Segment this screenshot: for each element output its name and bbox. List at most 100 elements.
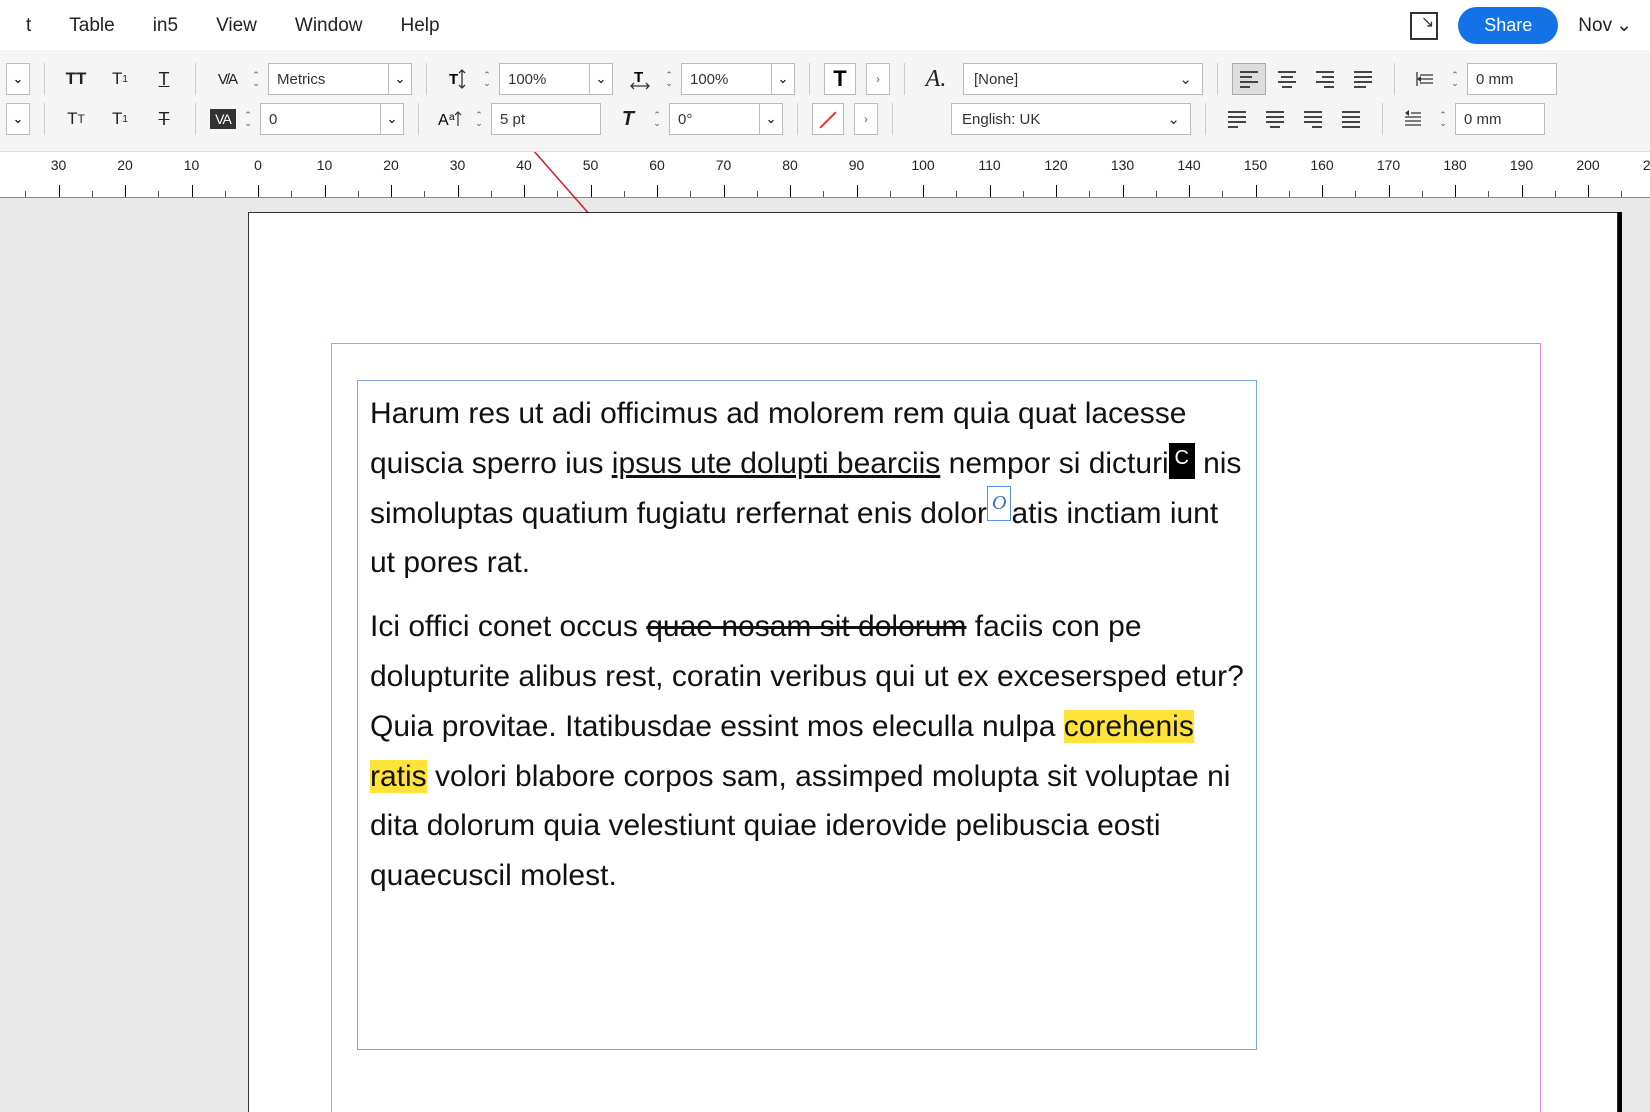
skew-field[interactable]: 0° (669, 103, 759, 135)
align-left-button[interactable] (1232, 63, 1266, 95)
justify-center-button[interactable] (1258, 103, 1292, 135)
hscale-stepper[interactable]: ⌃⌄ (661, 63, 677, 95)
menu-item-help[interactable]: Help (382, 7, 457, 45)
screen-mode-icon[interactable] (1410, 12, 1438, 40)
indent-firstline-icon (1397, 103, 1431, 135)
share-button[interactable]: Share (1458, 7, 1558, 44)
ruler-tick-label: 0 (254, 157, 262, 173)
text-stroke-swatch[interactable] (812, 103, 844, 135)
tracking-group: VA ⌃⌄ 0 ⌄ (210, 103, 404, 135)
paragraph-2: Ici offici conet occus quae nosam sit do… (370, 602, 1244, 901)
ruler-tick-label: 150 (1244, 157, 1267, 173)
indent-firstline-stepper[interactable]: ⌃⌄ (1435, 103, 1451, 135)
menu-item-table[interactable]: Table (51, 7, 132, 45)
vscale-stepper[interactable]: ⌃⌄ (479, 63, 495, 95)
ruler-tick-label: 80 (782, 157, 798, 173)
all-caps-icon[interactable]: TT (59, 63, 93, 95)
ruler-tick-label: 190 (1510, 157, 1533, 173)
divider (44, 63, 45, 95)
menu-item-in5[interactable]: in5 (135, 7, 196, 45)
menu-item-view[interactable]: View (198, 7, 275, 45)
indent-firstline-field[interactable]: 0 mm (1455, 103, 1545, 135)
underline-icon[interactable]: T (147, 63, 181, 95)
kerning-stepper[interactable]: ⌃⌄ (248, 63, 264, 95)
chevron-down-icon: ⌄ (1179, 70, 1192, 88)
fill-expand[interactable]: › (866, 63, 890, 95)
toolbar-row-2: ⌄ TT T1 T VA ⌃⌄ 0 ⌄ Aa ⌃⌄ 5 pt T ⌃⌄ 0° (0, 103, 1650, 135)
divider (1382, 103, 1383, 135)
justify-full-button[interactable] (1334, 103, 1368, 135)
align-justify-button[interactable] (1346, 63, 1380, 95)
justify-right-button[interactable] (1296, 103, 1330, 135)
ruler-tick-label: 100 (911, 157, 934, 173)
ruler-tick-label: 20 (383, 157, 399, 173)
baseline-field[interactable]: 5 pt (491, 103, 601, 135)
language-value: English: UK (962, 111, 1040, 128)
font-family-dropdown-arrow[interactable]: ⌄ (6, 63, 30, 95)
ruler-tick-label: 30 (450, 157, 466, 173)
indent-left-field[interactable]: 0 mm (1467, 63, 1557, 95)
divider (797, 103, 798, 135)
ruler-tick-label: 10 (317, 157, 333, 173)
kerning-icon: V/A (210, 63, 244, 95)
indent-left-stepper[interactable]: ⌃⌄ (1447, 63, 1463, 95)
document-page[interactable]: Harum res ut adi officimus ad molorem re… (248, 212, 1618, 1112)
baseline-group: Aa ⌃⌄ 5 pt (433, 103, 601, 135)
subscript-icon[interactable]: T1 (103, 103, 137, 135)
vscale-field[interactable]: 100% (499, 63, 589, 95)
kerning-field[interactable]: Metrics (268, 63, 388, 95)
justify-left-button[interactable] (1220, 103, 1254, 135)
align-cluster-bottom (1220, 103, 1368, 135)
skew-stepper[interactable]: ⌃⌄ (649, 103, 665, 135)
indent-left-group: ⌃⌄ 0 mm (1409, 63, 1557, 95)
vscale-group: T ⌃⌄ 100% ⌄ (441, 63, 613, 95)
horizontal-ruler[interactable]: 4030201001020304050607080901001101201301… (0, 152, 1650, 198)
hscale-dropdown[interactable]: ⌄ (771, 63, 795, 95)
superscript-marker: C (1169, 443, 1195, 479)
tracking-dropdown[interactable]: ⌄ (380, 103, 404, 135)
vertical-scale-icon: T (441, 63, 475, 95)
indent-left-icon (1409, 63, 1443, 95)
character-style-select[interactable]: [None] ⌄ (963, 63, 1203, 95)
divider (426, 63, 427, 95)
align-right-button[interactable] (1308, 63, 1342, 95)
text-frame[interactable]: Harum res ut adi officimus ad molorem re… (357, 380, 1257, 1050)
ruler-tick-label: 180 (1443, 157, 1466, 173)
divider (1394, 63, 1395, 95)
toolbar-row-1: ⌄ TT T1 T V/A ⌃⌄ Metrics ⌄ T ⌃⌄ 100% ⌄ (0, 63, 1650, 95)
menu-item-window[interactable]: Window (277, 7, 381, 45)
anchored-object-marker: O (987, 486, 1011, 521)
align-center-button[interactable] (1270, 63, 1304, 95)
ruler-tick-label: 210 (1643, 157, 1650, 173)
indent-firstline-group: ⌃⌄ 0 mm (1397, 103, 1545, 135)
skew-dropdown[interactable]: ⌄ (759, 103, 783, 135)
ruler-tick-label: 130 (1111, 157, 1134, 173)
stroke-expand[interactable]: › (854, 103, 878, 135)
svg-text:T: T (449, 71, 458, 88)
hscale-group: T ⌃⌄ 100% ⌄ (623, 63, 795, 95)
ruler-tick-label: 120 (1044, 157, 1067, 173)
ruler-tick-label: 30 (51, 157, 67, 173)
language-select[interactable]: English: UK ⌄ (951, 103, 1191, 135)
hscale-field[interactable]: 100% (681, 63, 771, 95)
kerning-dropdown[interactable]: ⌄ (388, 63, 412, 95)
font-style-dropdown-arrow[interactable]: ⌄ (6, 103, 30, 135)
kerning-group: V/A ⌃⌄ Metrics ⌄ (210, 63, 412, 95)
skew-group: T ⌃⌄ 0° ⌄ (611, 103, 783, 135)
control-toolbar: ⌄ TT T1 T V/A ⌃⌄ Metrics ⌄ T ⌃⌄ 100% ⌄ (0, 52, 1650, 152)
strikethrough-icon[interactable]: T (147, 103, 181, 135)
ruler-tick-label: 70 (716, 157, 732, 173)
text-fill-swatch[interactable]: T (824, 63, 856, 95)
user-dropdown[interactable]: Nov ⌄ (1578, 14, 1632, 37)
superscript-icon[interactable]: T1 (103, 63, 137, 95)
small-caps-icon[interactable]: TT (59, 103, 93, 135)
menu-item-partial[interactable]: t (8, 7, 49, 45)
baseline-stepper[interactable]: ⌃⌄ (471, 103, 487, 135)
vscale-dropdown[interactable]: ⌄ (589, 63, 613, 95)
divider (1217, 63, 1218, 95)
divider (195, 63, 196, 95)
ruler-tick-label: 110 (978, 157, 1000, 173)
tracking-icon: VA (210, 109, 236, 129)
tracking-stepper[interactable]: ⌃⌄ (240, 103, 256, 135)
tracking-field[interactable]: 0 (260, 103, 380, 135)
